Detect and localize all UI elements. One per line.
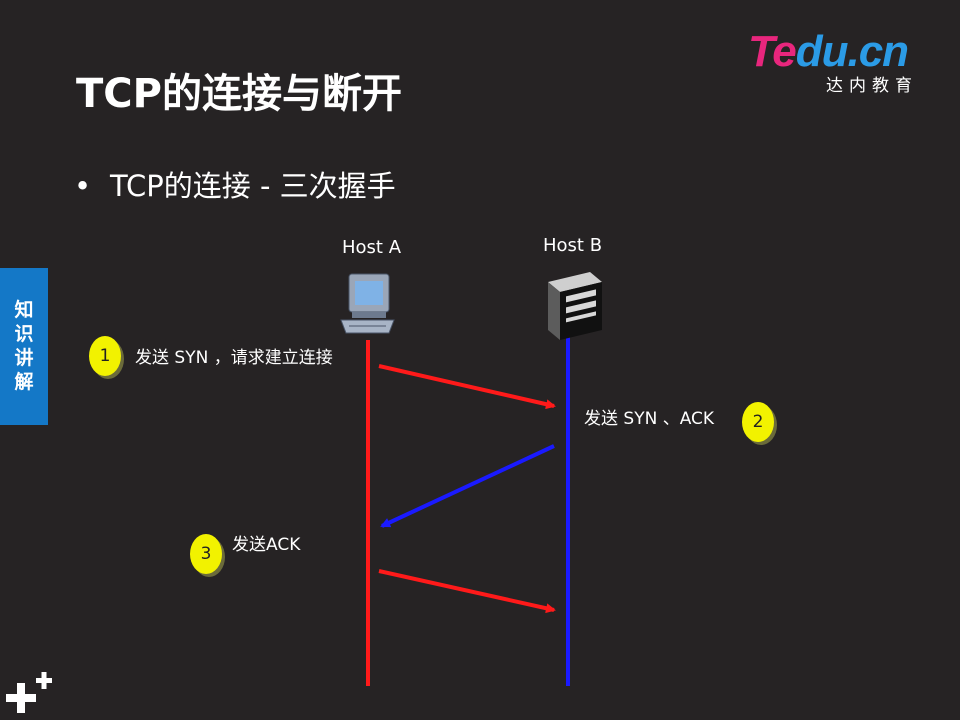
step-3-badge: 3 [190,534,222,574]
host-a-label: Host A [342,237,402,258]
host-b-label: Host B [543,235,603,256]
server-icon [548,272,602,340]
arrow-step-2 [380,444,555,528]
step-1-badge: 1 [89,336,121,376]
plus-icon [6,672,52,713]
arrow-step-1 [378,364,556,410]
step-1-text: 发送 SYN ，请求建立连接 [135,348,333,368]
step-2-text: 发送 SYN 、ACK [584,409,715,429]
slide: Tedu.cn 达内教育 TCP的连接与断开 • TCP的连接 - 三次握手 知识… [0,0,960,720]
step-3-text: 发送ACK [232,535,301,555]
step-2-badge: 2 [742,402,774,442]
computer-icon [340,273,395,334]
arrow-step-3 [378,569,556,614]
